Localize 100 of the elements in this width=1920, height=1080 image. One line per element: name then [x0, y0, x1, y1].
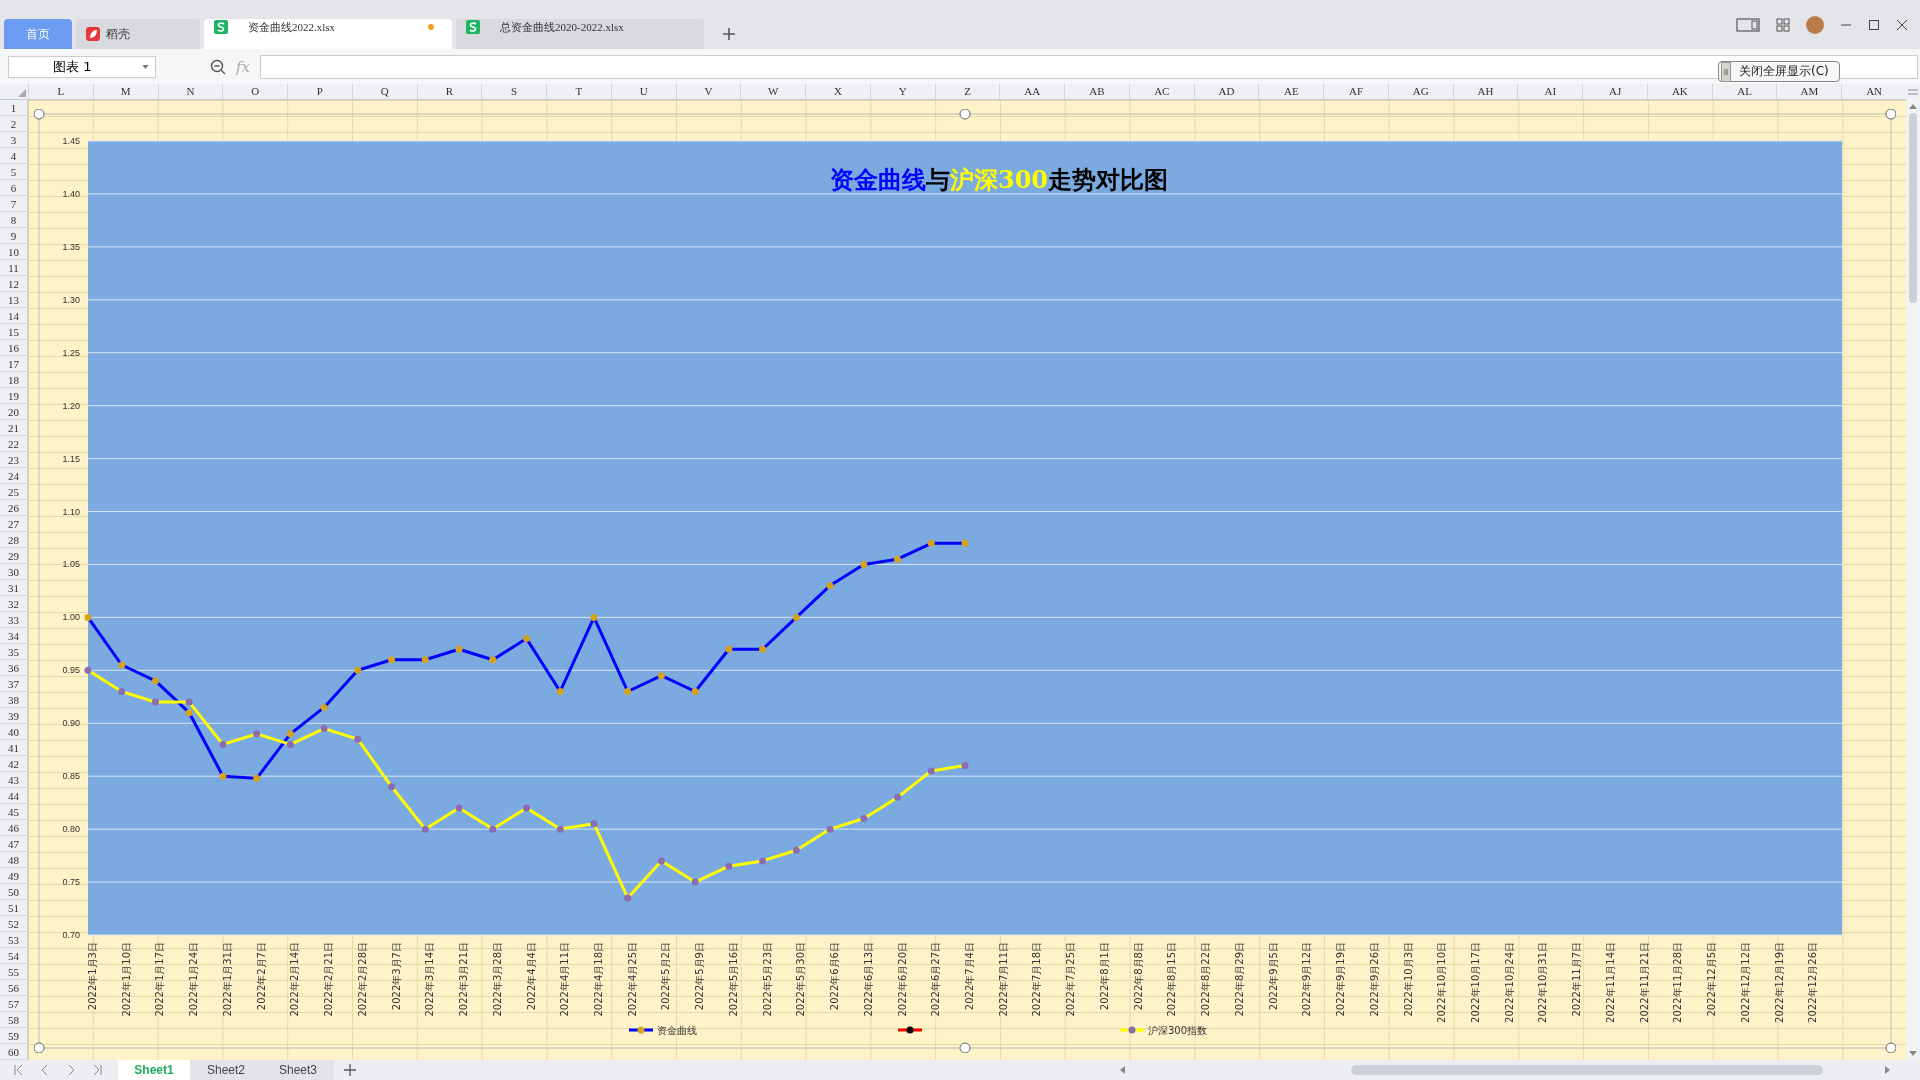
row-header[interactable]: 20 [0, 404, 27, 420]
row-header[interactable]: 2 [0, 116, 27, 132]
scroll-down-icon[interactable] [1909, 1051, 1917, 1056]
row-header[interactable]: 23 [0, 452, 27, 468]
column-header[interactable]: M [92, 84, 158, 99]
column-header[interactable]: AE [1258, 84, 1324, 99]
scroll-right-icon[interactable] [1885, 1066, 1890, 1074]
column-header[interactable]: T [546, 84, 611, 99]
column-header[interactable]: AA [999, 84, 1065, 99]
column-header[interactable]: X [805, 84, 870, 99]
row-header[interactable]: 45 [0, 804, 27, 820]
row-header[interactable]: 26 [0, 500, 27, 516]
grid-icon[interactable] [1776, 17, 1790, 32]
column-header[interactable]: AJ [1582, 84, 1647, 99]
new-tab-icon[interactable] [722, 27, 736, 41]
column-header[interactable]: Q [351, 84, 417, 99]
row-header[interactable]: 4 [0, 148, 27, 164]
row-header[interactable]: 48 [0, 852, 27, 868]
row-header[interactable]: 54 [0, 948, 27, 964]
row-header[interactable]: 57 [0, 996, 27, 1012]
screen-icon[interactable] [1736, 16, 1760, 33]
column-header[interactable]: AG [1387, 84, 1453, 99]
row-header[interactable]: 19 [0, 388, 27, 404]
row-header[interactable]: 31 [0, 580, 27, 596]
select-all-icon[interactable] [18, 89, 26, 97]
scrollbar-thumb[interactable] [1909, 113, 1917, 303]
sheet-tab[interactable]: Sheet2 [190, 1060, 262, 1080]
user-avatar[interactable] [1806, 15, 1824, 34]
row-header[interactable]: 1 [0, 100, 27, 116]
row-header[interactable]: 30 [0, 564, 27, 580]
row-header[interactable]: 36 [0, 660, 27, 676]
row-header[interactable]: 58 [0, 1012, 27, 1028]
row-header[interactable]: 51 [0, 900, 27, 916]
split-icon[interactable] [1908, 89, 1918, 95]
column-header[interactable]: U [610, 84, 676, 99]
column-header[interactable]: AB [1064, 84, 1129, 99]
row-header[interactable]: 55 [0, 964, 27, 980]
scroll-up-icon[interactable] [1909, 104, 1917, 109]
name-box[interactable]: 图表 1 [8, 55, 156, 78]
row-header[interactable]: 27 [0, 516, 27, 532]
row-header[interactable]: 47 [0, 836, 27, 852]
row-header[interactable]: 7 [0, 196, 27, 212]
row-header[interactable]: 38 [0, 692, 27, 708]
chart-area[interactable] [34, 109, 1896, 1053]
column-header[interactable]: AF [1323, 84, 1388, 99]
column-header[interactable]: L [28, 84, 93, 99]
row-header[interactable]: 24 [0, 468, 27, 484]
row-header[interactable]: 22 [0, 436, 27, 452]
column-header[interactable]: N [157, 84, 223, 99]
row-header[interactable]: 15 [0, 324, 27, 340]
column-header[interactable]: R [416, 84, 482, 99]
row-header[interactable]: 9 [0, 228, 27, 244]
row-header[interactable]: 44 [0, 788, 27, 804]
column-header[interactable]: AI [1517, 84, 1583, 99]
row-header[interactable]: 53 [0, 932, 27, 948]
row-header[interactable]: 32 [0, 596, 27, 612]
row-header[interactable]: 43 [0, 772, 27, 788]
scroll-left-icon[interactable] [1120, 1066, 1125, 1074]
column-header[interactable]: Y [869, 84, 935, 99]
resize-handle[interactable] [34, 1042, 45, 1053]
row-header[interactable]: 34 [0, 628, 27, 644]
row-header[interactable]: 25 [0, 484, 27, 500]
row-header[interactable]: 16 [0, 340, 27, 356]
resize-handle[interactable] [959, 109, 971, 120]
first-sheet-icon[interactable] [14, 1064, 24, 1076]
row-header[interactable]: 10 [0, 244, 27, 260]
close-icon[interactable] [1896, 18, 1908, 31]
row-header[interactable]: 11 [0, 260, 27, 276]
column-header[interactable]: AD [1193, 84, 1259, 99]
formula-input[interactable] [260, 54, 1918, 79]
row-header[interactable]: 14 [0, 308, 27, 324]
column-header[interactable]: W [740, 84, 806, 99]
row-header[interactable]: 49 [0, 868, 27, 884]
column-header[interactable]: O [222, 84, 288, 99]
column-header[interactable]: AL [1711, 84, 1777, 99]
column-header[interactable]: AK [1646, 84, 1712, 99]
document-tab[interactable]: 资金曲线2022.xlsx [204, 19, 452, 49]
add-sheet-icon[interactable] [344, 1064, 356, 1076]
row-header[interactable]: 13 [0, 292, 27, 308]
column-header[interactable]: P [287, 84, 352, 99]
row-header[interactable]: 5 [0, 164, 27, 180]
column-header[interactable]: Z [934, 84, 1000, 99]
column-header[interactable]: V [675, 84, 741, 99]
row-header[interactable]: 21 [0, 420, 27, 436]
row-header[interactable]: 6 [0, 180, 27, 196]
row-header[interactable]: 3 [0, 132, 27, 148]
resize-handle[interactable] [1885, 1042, 1896, 1053]
last-sheet-icon[interactable] [92, 1064, 102, 1076]
row-header[interactable]: 41 [0, 740, 27, 756]
row-header[interactable]: 28 [0, 532, 27, 548]
row-header[interactable]: 18 [0, 372, 27, 388]
document-tab[interactable]: 稻壳 [76, 19, 200, 49]
row-header[interactable]: 17 [0, 356, 27, 372]
row-header[interactable]: 39 [0, 708, 27, 724]
row-header[interactable]: 35 [0, 644, 27, 660]
column-header[interactable]: AH [1452, 84, 1518, 99]
resize-handle[interactable] [1885, 109, 1896, 120]
row-header[interactable]: 29 [0, 548, 27, 564]
row-header[interactable]: 46 [0, 820, 27, 836]
scrollbar-thumb[interactable] [1351, 1065, 1823, 1075]
